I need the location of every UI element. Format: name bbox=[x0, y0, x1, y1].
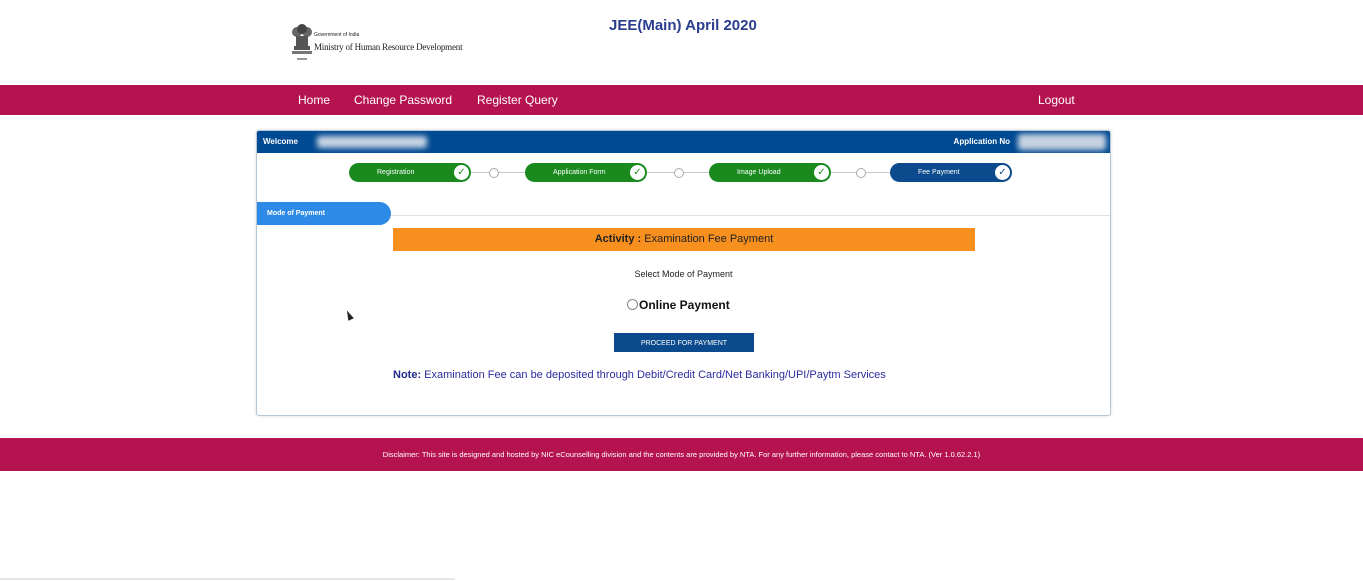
step-label: Application Form bbox=[553, 169, 606, 176]
application-no-redacted bbox=[1018, 134, 1106, 150]
payment-note: Note: Examination Fee can be deposited t… bbox=[393, 369, 886, 381]
online-payment-label: Online Payment bbox=[639, 298, 730, 312]
step-dot bbox=[674, 168, 684, 178]
tab-mode-of-payment[interactable]: Mode of Payment bbox=[257, 202, 391, 225]
nav-logout[interactable]: Logout bbox=[1038, 93, 1075, 107]
check-icon: ✓ bbox=[454, 165, 469, 180]
welcome-label: Welcome bbox=[263, 137, 298, 146]
government-of-india-text: Government of India bbox=[314, 32, 360, 38]
nav-home[interactable]: Home bbox=[298, 93, 330, 107]
page-title: JEE(Main) April 2020 bbox=[609, 17, 757, 34]
step-image-upload: Image Upload ✓ bbox=[709, 163, 831, 182]
step-label: Fee Payment bbox=[918, 169, 960, 176]
activity-value: Examination Fee Payment bbox=[644, 233, 774, 245]
note-label: Note: bbox=[393, 369, 422, 381]
activity-banner: Activity : Examination Fee Payment bbox=[393, 228, 975, 251]
candidate-name-redacted bbox=[317, 136, 427, 148]
step-label: Image Upload bbox=[737, 169, 781, 176]
divider bbox=[391, 215, 1110, 216]
check-icon: ✓ bbox=[630, 165, 645, 180]
navbar: Home Change Password Register Query Logo… bbox=[0, 85, 1363, 115]
application-no-label: Application No bbox=[953, 137, 1010, 146]
progress-steps: Registration ✓ Application Form ✓ Image … bbox=[257, 153, 1110, 193]
online-payment-radio[interactable] bbox=[627, 299, 638, 310]
ministry-name: Ministry of Human Resource Development bbox=[314, 42, 463, 52]
step-fee-payment: Fee Payment ✓ bbox=[890, 163, 1012, 182]
step-registration: Registration ✓ bbox=[349, 163, 471, 182]
header: Government of India Ministry of Human Re… bbox=[0, 0, 1363, 85]
step-dot bbox=[856, 168, 866, 178]
step-dot bbox=[489, 168, 499, 178]
welcome-bar: Welcome Application No bbox=[257, 131, 1110, 153]
proceed-for-payment-button[interactable]: PROCEED FOR PAYMENT bbox=[614, 333, 754, 352]
scrollbar-track bbox=[0, 578, 455, 580]
activity-label: Activity : bbox=[594, 233, 642, 245]
step-application-form: Application Form ✓ bbox=[525, 163, 647, 182]
footer-disclaimer: Disclaimer: This site is designed and ho… bbox=[0, 438, 1363, 471]
nav-change-password[interactable]: Change Password bbox=[354, 93, 452, 107]
select-mode-label: Select Mode of Payment bbox=[634, 269, 733, 279]
nav-register-query[interactable]: Register Query bbox=[477, 93, 558, 107]
step-label: Registration bbox=[377, 169, 415, 176]
online-payment-option[interactable]: Online Payment bbox=[627, 298, 730, 312]
national-emblem-icon bbox=[292, 24, 312, 60]
payment-card: Welcome Application No Registration ✓ Ap… bbox=[256, 130, 1111, 416]
note-text: Examination Fee can be deposited through… bbox=[424, 369, 886, 381]
check-icon: ✓ bbox=[995, 165, 1010, 180]
check-icon: ✓ bbox=[814, 165, 829, 180]
